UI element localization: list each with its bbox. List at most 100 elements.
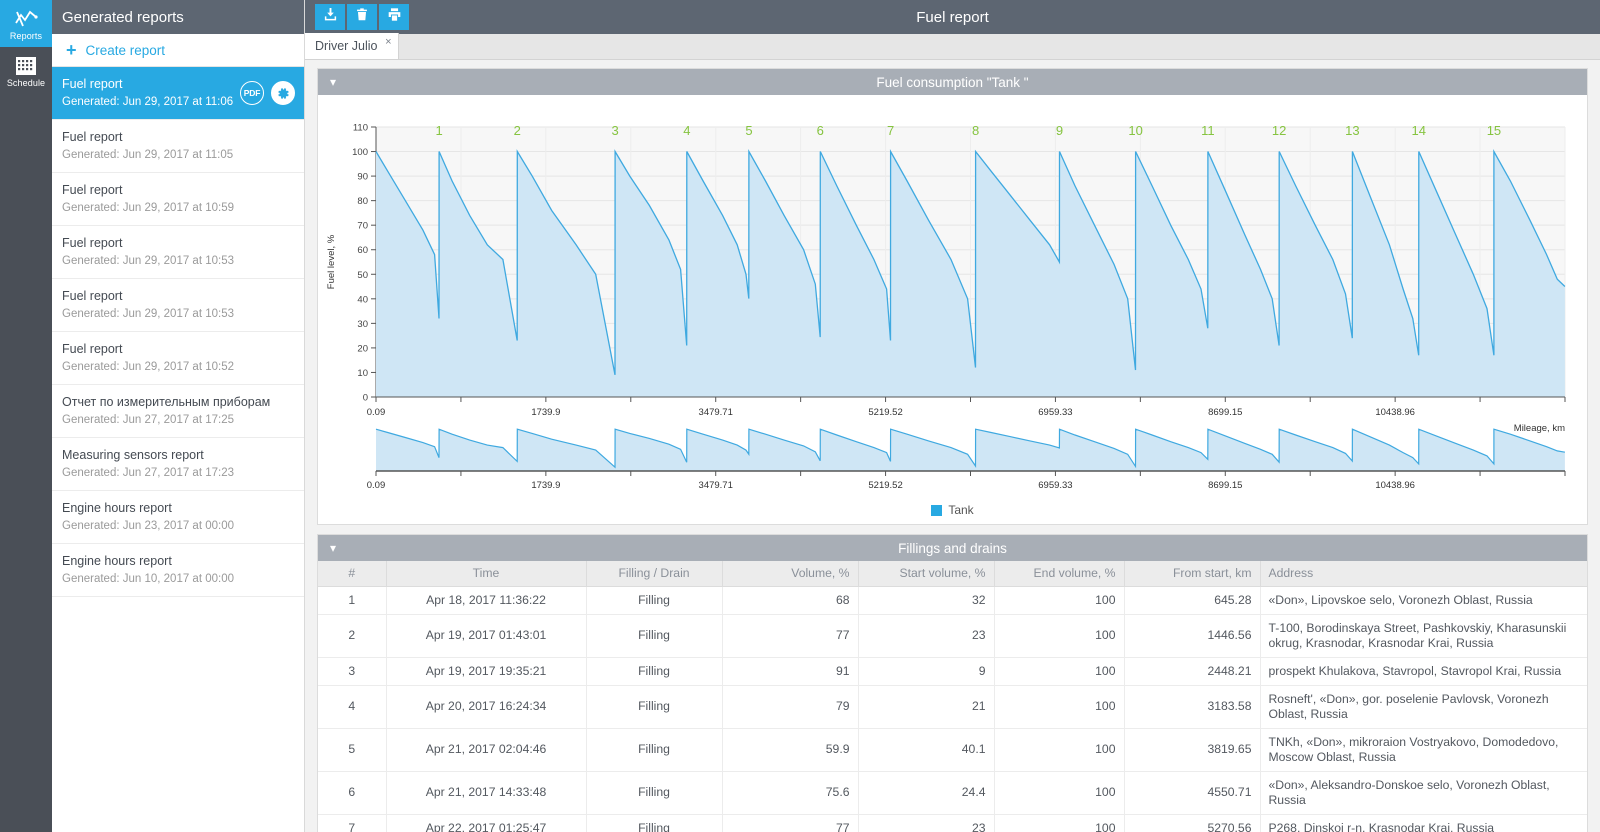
table-row[interactable]: 1 Apr 18, 2017 11:36:22 Filling 68 32 100 645.…	[318, 586, 1587, 615]
cell-number: 7	[318, 814, 387, 832]
cell-type: Filling	[586, 771, 723, 815]
list-item[interactable]: Fuel report Generated: Jun 29, 2017 at 1…	[52, 67, 304, 120]
report-subtitle: Generated: Jun 29, 2017 at 11:05	[62, 149, 234, 161]
list-item[interactable]: Fuel report Generated: Jun 29, 2017 at 1…	[52, 332, 304, 385]
svg-text:8699.15: 8699.15	[1208, 407, 1242, 418]
rail-item-schedule[interactable]: Schedule	[0, 47, 52, 94]
svg-text:1739.9: 1739.9	[531, 480, 560, 491]
calendar-grid-icon	[15, 55, 37, 77]
download-button[interactable]	[315, 4, 345, 30]
report-actions: PDF	[240, 81, 295, 105]
column-header-end-volume[interactable]: End volume, %	[994, 561, 1125, 587]
list-item[interactable]: Fuel report Generated: Jun 29, 2017 at 1…	[52, 120, 304, 173]
cell-time: Apr 19, 2017 19:35:21	[386, 657, 587, 686]
legend-swatch-tank	[931, 504, 943, 516]
column-header-number[interactable]: #	[318, 561, 387, 587]
table-card-header: ▾ Fillings and drains	[318, 535, 1587, 561]
rail-label-reports: Reports	[9, 31, 43, 41]
svg-text:90: 90	[357, 172, 368, 183]
cell-address: T-100, Borodinskaya Street, Pashkovskiy,…	[1260, 614, 1587, 658]
fuel-consumption-chart[interactable]: 0102030405060708090100110Fuel level, %0.…	[318, 95, 1577, 491]
delete-button[interactable]	[347, 4, 377, 30]
table-header: # Time Filling / Drain Volume, % Start v…	[318, 561, 1587, 587]
tab-driver-julio[interactable]: Driver Julio ×	[305, 33, 399, 59]
print-button[interactable]	[379, 4, 409, 30]
cell-type: Filling	[586, 586, 723, 615]
cell-from-start: 3183.58	[1124, 685, 1261, 729]
svg-text:6959.33: 6959.33	[1038, 480, 1072, 491]
svg-text:9: 9	[1056, 123, 1063, 138]
cell-from-start: 4550.71	[1124, 771, 1261, 815]
table-row[interactable]: 3 Apr 19, 2017 19:35:21 Filling 91 9 100 2448.…	[318, 657, 1587, 686]
pdf-icon[interactable]: PDF	[240, 81, 264, 105]
svg-text:4: 4	[683, 123, 690, 138]
report-list[interactable]: Fuel report Generated: Jun 29, 2017 at 1…	[52, 67, 304, 832]
table-row[interactable]: 7 Apr 22, 2017 01:25:47 Filling 77 23 100 5270…	[318, 814, 1587, 832]
report-title: Fuel report	[62, 130, 123, 144]
create-report-button[interactable]: + Create report	[52, 34, 304, 67]
svg-text:Fuel level, %: Fuel level, %	[326, 234, 337, 289]
page-title: Fuel report	[916, 8, 989, 26]
cell-from-start: 645.28	[1124, 586, 1261, 615]
cell-type: Filling	[586, 657, 723, 686]
table-header-row: # Time Filling / Drain Volume, % Start v…	[318, 561, 1587, 587]
generated-reports-panel: Generated reports + Create report Fuel r…	[52, 0, 305, 832]
list-item[interactable]: Fuel report Generated: Jun 29, 2017 at 1…	[52, 279, 304, 332]
cell-type: Filling	[586, 728, 723, 772]
column-header-start-volume[interactable]: Start volume, %	[858, 561, 995, 587]
list-item[interactable]: Measuring sensors report Generated: Jun …	[52, 438, 304, 491]
column-header-time[interactable]: Time	[386, 561, 587, 587]
cell-number: 2	[318, 614, 387, 658]
cell-time: Apr 22, 2017 01:25:47	[386, 814, 587, 832]
cell-address: «Don», Lipovskoe selo, Voronezh Oblast, …	[1260, 586, 1587, 615]
svg-text:1: 1	[435, 123, 442, 138]
rail-item-reports[interactable]: Reports	[0, 0, 52, 47]
column-header-address[interactable]: Address	[1260, 561, 1587, 587]
report-subtitle: Generated: Jun 27, 2017 at 17:23	[62, 467, 234, 479]
cell-address: P268, Dinskoi r-n, Krasnodar Krai, Russi…	[1260, 814, 1587, 832]
cell-number: 5	[318, 728, 387, 772]
column-header-from-start[interactable]: From start, km	[1124, 561, 1261, 587]
cell-volume: 59.9	[722, 728, 859, 772]
cell-from-start: 5270.56	[1124, 814, 1261, 832]
table-row[interactable]: 5 Apr 21, 2017 02:04:46 Filling 59.9 40.1 100…	[318, 728, 1587, 772]
svg-text:3479.71: 3479.71	[699, 407, 733, 418]
table-row[interactable]: 4 Apr 20, 2017 16:24:34 Filling 79 21 100 3183…	[318, 685, 1587, 729]
cell-end-volume: 100	[994, 771, 1125, 815]
cell-volume: 91	[722, 657, 859, 686]
chart-legend: Tank	[318, 496, 1587, 524]
main-region: Fuel report Driver Julio × ▾ Fuel consum…	[305, 0, 1600, 832]
cell-address: «Don», Aleksandro-Donskoe selo, Voronezh…	[1260, 771, 1587, 815]
table-row[interactable]: 6 Apr 21, 2017 14:33:48 Filling 75.6 24.4 100…	[318, 771, 1587, 815]
fillings-drains-table: # Time Filling / Drain Volume, % Start v…	[318, 561, 1587, 832]
cell-end-volume: 100	[994, 657, 1125, 686]
cell-volume: 77	[722, 614, 859, 658]
close-icon[interactable]: ×	[385, 36, 391, 48]
list-item[interactable]: Engine hours report Generated: Jun 23, 2…	[52, 491, 304, 544]
list-item[interactable]: Fuel report Generated: Jun 29, 2017 at 1…	[52, 173, 304, 226]
cell-type: Filling	[586, 614, 723, 658]
column-header-filling-drain[interactable]: Filling / Drain	[586, 561, 723, 587]
svg-text:13: 13	[1345, 123, 1359, 138]
cell-volume: 77	[722, 814, 859, 832]
column-header-volume[interactable]: Volume, %	[722, 561, 859, 587]
tab-strip: Driver Julio ×	[305, 33, 1600, 60]
svg-text:3: 3	[611, 123, 618, 138]
svg-text:1739.9: 1739.9	[531, 407, 560, 418]
chart-card-header: ▾ Fuel consumption "Tank "	[318, 69, 1587, 95]
cell-start-volume: 40.1	[858, 728, 995, 772]
list-item[interactable]: Отчет по измерительным приборам Generate…	[52, 385, 304, 438]
svg-text:Mileage, km: Mileage, km	[1514, 423, 1565, 434]
svg-text:14: 14	[1412, 123, 1426, 138]
cell-address: prospekt Khulakova, Stavropol, Stavropol…	[1260, 657, 1587, 686]
list-item[interactable]: Fuel report Generated: Jun 29, 2017 at 1…	[52, 226, 304, 279]
table-row[interactable]: 2 Apr 19, 2017 01:43:01 Filling 77 23 100 1446…	[318, 614, 1587, 658]
cell-number: 6	[318, 771, 387, 815]
cell-time: Apr 21, 2017 02:04:46	[386, 728, 587, 772]
cell-number: 3	[318, 657, 387, 686]
cell-address: Rosneft', «Don», gor. poselenie Pavlovsk…	[1260, 685, 1587, 729]
gear-icon[interactable]	[271, 81, 295, 105]
list-item[interactable]: Engine hours report Generated: Jun 10, 2…	[52, 544, 304, 597]
svg-text:5219.52: 5219.52	[868, 480, 902, 491]
svg-text:0.09: 0.09	[367, 407, 386, 418]
